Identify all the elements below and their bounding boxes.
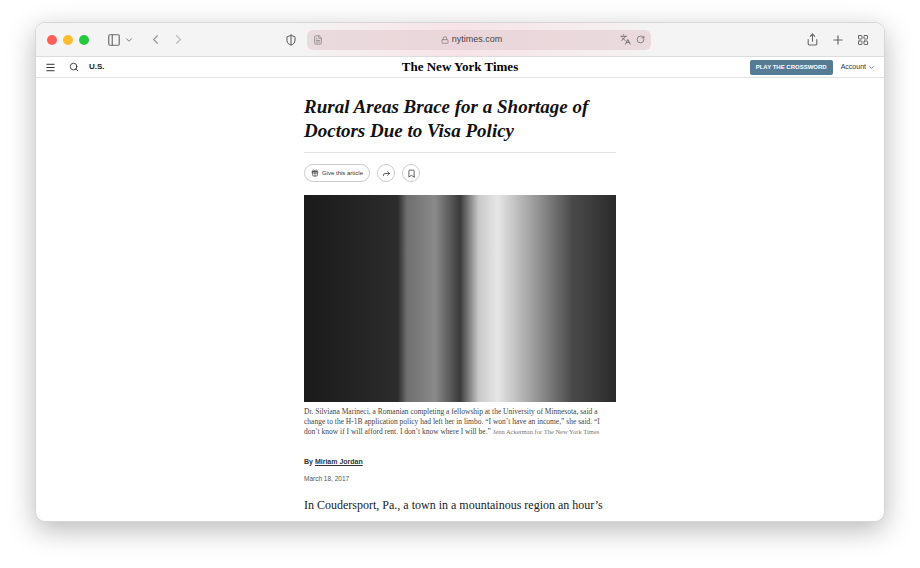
- article: Rural Areas Brace for a Shortage of Doct…: [36, 78, 884, 521]
- gift-icon: [311, 169, 319, 177]
- sidebar-icon[interactable]: [107, 33, 121, 47]
- translate-icon[interactable]: [620, 34, 631, 45]
- tab-overview-icon[interactable]: [857, 34, 869, 46]
- browser-window: nytimes.com U.S. The New York Times PLAY TH…: [35, 22, 885, 522]
- site-nav: U.S. The New York Times PLAY THE CROSSWORD…: [36, 57, 884, 78]
- gift-button[interactable]: Give this article: [304, 164, 370, 182]
- traffic-lights: [47, 35, 89, 45]
- reload-icon[interactable]: [636, 35, 645, 44]
- share-icon[interactable]: [806, 33, 819, 46]
- bookmark-icon: [407, 169, 416, 178]
- privacy-shield-icon[interactable]: [285, 34, 297, 46]
- share-button[interactable]: [377, 164, 395, 182]
- headline: Rural Areas Brace for a Shortage of Doct…: [304, 95, 616, 143]
- search-icon[interactable]: [69, 62, 79, 72]
- close-button[interactable]: [47, 35, 57, 45]
- divider: [304, 152, 616, 153]
- article-body: In Coudersport, Pa., a town in a mountai…: [304, 497, 616, 513]
- zoom-button[interactable]: [79, 35, 89, 45]
- forward-icon[interactable]: [171, 32, 186, 47]
- chevron-down-icon[interactable]: [124, 35, 134, 45]
- screen: nytimes.com U.S. The New York Times PLAY TH…: [0, 0, 920, 568]
- section-label[interactable]: U.S.: [89, 61, 105, 73]
- page-icon: [313, 35, 323, 45]
- account-chevron-icon: [868, 64, 875, 71]
- site-logo[interactable]: The New York Times: [402, 57, 518, 77]
- share-arrow-icon: [382, 169, 391, 178]
- byline: By Miriam Jordan: [304, 457, 616, 468]
- publish-date: March 18, 2017: [304, 474, 616, 484]
- address-bar[interactable]: nytimes.com: [307, 30, 651, 50]
- minimize-button[interactable]: [63, 35, 73, 45]
- save-button[interactable]: [402, 164, 420, 182]
- photo-caption: Dr. Silviana Marineci, a Romanian comple…: [304, 407, 616, 437]
- article-photo: [304, 195, 616, 402]
- toolbar: nytimes.com: [36, 23, 884, 57]
- back-icon[interactable]: [148, 32, 163, 47]
- url-text: nytimes.com: [452, 33, 503, 47]
- article-tools: Give this article: [304, 164, 616, 182]
- account-menu[interactable]: Account: [841, 62, 875, 73]
- photo-credit: Jenn Ackerman for The New York Times: [493, 428, 600, 435]
- menu-icon[interactable]: [45, 62, 56, 73]
- lock-icon: [441, 36, 449, 44]
- crossword-button[interactable]: PLAY THE CROSSWORD: [750, 60, 833, 75]
- new-tab-icon[interactable]: [831, 33, 845, 47]
- author-link[interactable]: Miriam Jordan: [315, 458, 363, 465]
